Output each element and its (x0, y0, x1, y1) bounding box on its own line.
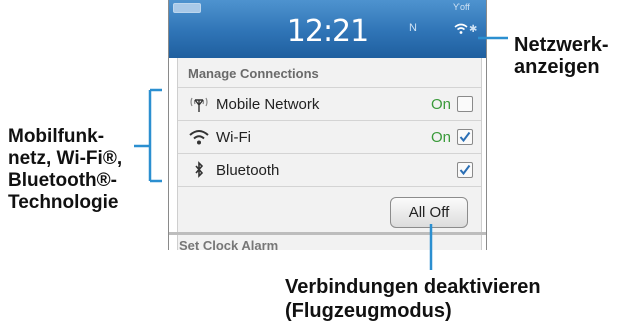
callout-connections: Mobilfunk- netz, Wi-Fi®, Bluetooth®- Tec… (8, 126, 123, 213)
callout-deactivate: Verbindungen deaktivieren (Flugzeugmodus… (285, 276, 541, 322)
callout-network-indicators: Netzwerk- anzeigen (514, 34, 609, 78)
